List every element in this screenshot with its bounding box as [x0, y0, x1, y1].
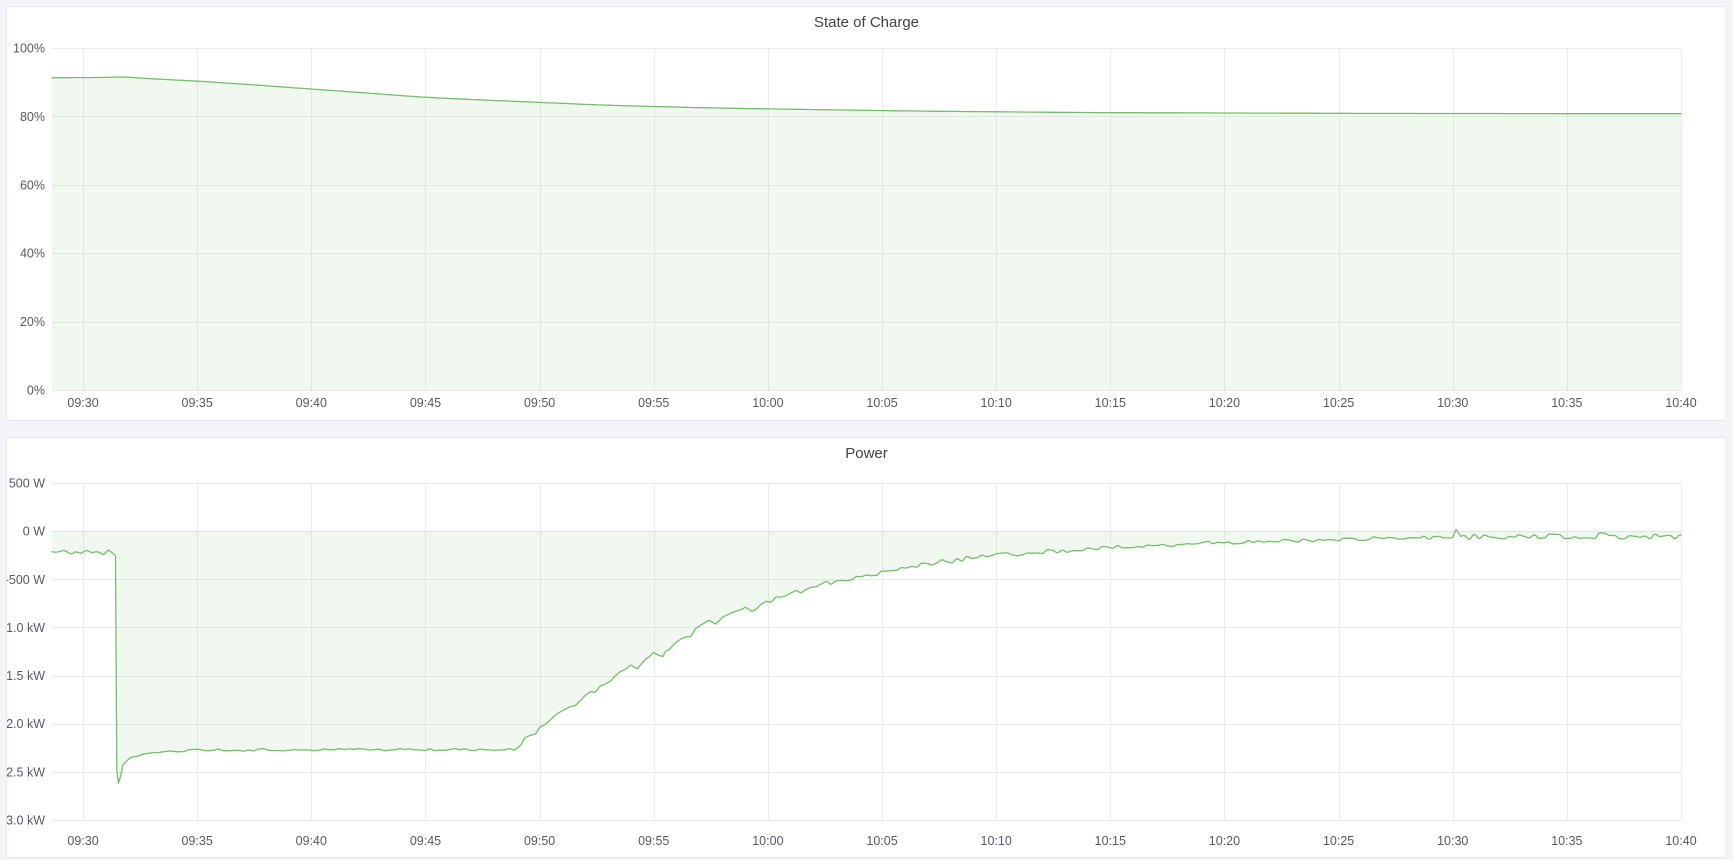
y-tick-label: 20%: [20, 315, 45, 329]
x-tick-label: 10:40: [1665, 834, 1696, 848]
x-tick-label: 10:10: [981, 396, 1012, 410]
y-tick-label: 500 W: [9, 477, 45, 491]
x-tick-label: 09:35: [182, 834, 213, 848]
power-chart[interactable]: 500 W 0 W -500 W -1.0 kW -1.5 kW -2.0 kW -2.5 …: [7, 468, 1726, 857]
x-tick-label: 10:30: [1437, 834, 1468, 848]
x-tick-label: 10:20: [1209, 396, 1240, 410]
x-tick-label: 09:45: [410, 834, 441, 848]
x-tick-label: 10:05: [866, 396, 897, 410]
series-area-fill: [52, 529, 1681, 783]
x-tick-label: 09:30: [67, 834, 98, 848]
y-tick-label: 100%: [13, 42, 45, 56]
x-tick-label: 09:50: [524, 834, 555, 848]
series-area-fill: [52, 77, 1681, 390]
x-tick-label: 09:50: [524, 396, 555, 410]
y-tick-label: 60%: [20, 178, 45, 192]
y-tick-label: 0 W: [23, 525, 45, 539]
y-tick-label: -500 W: [7, 573, 45, 587]
y-tick-label: -2.5 kW: [7, 765, 45, 779]
x-tick-label: 09:40: [296, 396, 327, 410]
state-of-charge-chart[interactable]: 100% 80% 60% 40% 20% 0% 09:30 09:35 09:40 09:45 09…: [7, 37, 1726, 420]
y-tick-label: 40%: [20, 247, 45, 261]
x-tick-label: 09:35: [182, 396, 213, 410]
x-tick-label: 10:00: [752, 834, 783, 848]
x-tick-label: 10:15: [1095, 834, 1126, 848]
x-tick-label: 10:10: [981, 834, 1012, 848]
y-tick-label: -1.0 kW: [7, 621, 45, 635]
y-tick-label: 0%: [27, 384, 45, 398]
x-tick-label: 09:40: [296, 834, 327, 848]
x-tick-label: 09:55: [638, 834, 669, 848]
y-tick-label: -3.0 kW: [7, 814, 45, 828]
x-tick-label: 10:00: [752, 396, 783, 410]
x-tick-label: 10:15: [1095, 396, 1126, 410]
y-tick-label: -1.5 kW: [7, 669, 45, 683]
x-tick-label: 10:05: [866, 834, 897, 848]
x-tick-label: 10:40: [1665, 396, 1696, 410]
y-tick-label: -2.0 kW: [7, 717, 45, 731]
x-tick-label: 09:30: [67, 396, 98, 410]
panel-state-of-charge: State of Charge 100% 80% 60% 40% 20% 0% 09:30 0…: [6, 6, 1727, 421]
y-tick-label: 80%: [20, 110, 45, 124]
x-tick-label: 10:25: [1323, 396, 1354, 410]
panel-title-state-of-charge[interactable]: State of Charge: [7, 7, 1726, 37]
panel-title-power[interactable]: Power: [7, 438, 1726, 468]
x-tick-label: 10:35: [1551, 396, 1582, 410]
x-tick-label: 10:20: [1209, 834, 1240, 848]
x-tick-label: 09:45: [410, 396, 441, 410]
panel-power: Power 500 W 0 W -500 W -1.0 kW -1.5 kW -2.0 k…: [6, 437, 1727, 858]
x-tick-label: 10:25: [1323, 834, 1354, 848]
x-tick-label: 09:55: [638, 396, 669, 410]
x-tick-label: 10:30: [1437, 396, 1468, 410]
x-tick-label: 10:35: [1551, 834, 1582, 848]
